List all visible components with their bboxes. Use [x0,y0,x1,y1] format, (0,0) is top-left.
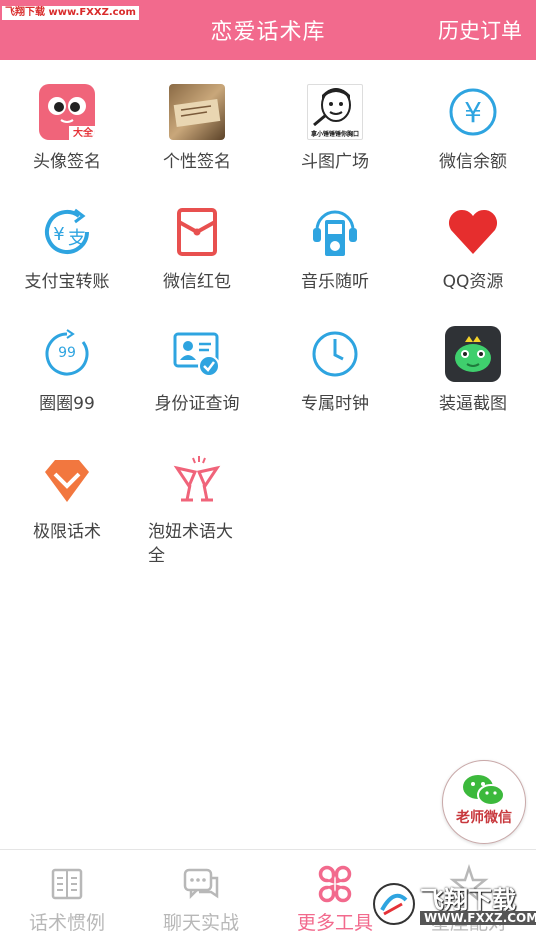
clover-grid-icon [315,864,355,904]
teacher-wechat-button[interactable]: 老师微信 [442,760,526,844]
tool-label: 音乐随听 [301,272,369,292]
tool-label: 装逼截图 [439,394,507,414]
avatar-sticker-icon: 大全 [39,84,95,140]
tool-clock[interactable]: 专属时钟 [268,326,402,416]
avatar-badge: 大全 [73,128,93,139]
alipay-transfer-icon: ¥ 支 [39,204,95,260]
tool-label: 斗图广场 [301,152,369,172]
tool-label: 微信红包 [163,272,231,292]
signature-photo-icon [169,84,225,140]
wechat-icon [463,775,505,806]
tool-label: 圈圈99 [39,394,95,414]
tool-extreme-lines[interactable]: 极限话术 [0,454,142,544]
watermark-bottom: 飞翔下载 WWW.FXXZ.COM [370,878,536,932]
tool-wechat-red-envelope[interactable]: 微信红包 [130,204,264,294]
meme-caption: 拿小锤锤锤你胸口 [310,131,359,138]
tool-label: 身份证查询 [154,394,240,414]
svg-text:¥: ¥ [53,224,64,245]
tab-scripts[interactable]: 话术惯例 [0,850,134,939]
tool-label: 极限话术 [33,522,101,542]
tool-id-card-query[interactable]: 身份证查询 [130,326,264,416]
tab-label: 聊天实战 [162,912,239,934]
watermark-brand: 飞翔下载 [420,886,516,914]
tool-personal-signature[interactable]: 个性签名 [130,84,264,174]
tool-meme-square[interactable]: 拿小锤锤锤你胸口 斗图广场 [268,84,402,174]
clock-icon [307,326,363,382]
tool-label: 泡妞术语大全 [148,522,233,566]
tool-alipay-transfer[interactable]: ¥ 支 支付宝转账 [0,204,142,294]
tool-label: 头像签名 [33,152,101,172]
fxxz-logo-icon [373,883,415,925]
diamond-icon [39,454,95,510]
circle-99-icon: 99 [39,326,95,382]
app-header: 飞翔下载 www.FXXZ.com 恋爱话术库 历史订单 [0,0,536,60]
yuan-circle-icon: ¥ [445,84,501,140]
fab-label: 老师微信 [456,810,512,826]
tool-label: QQ资源 [442,272,504,292]
heart-icon [445,204,501,260]
tool-label: 个性签名 [163,152,231,172]
tool-label: 微信余额 [439,152,507,172]
meme-face-icon: 拿小锤锤锤你胸口 [307,84,363,140]
tab-label: 话术惯例 [28,912,105,934]
tool-fake-screenshot[interactable]: 装逼截图 [406,326,536,416]
circle-99-badge: 99 [58,345,76,361]
id-card-icon [169,326,225,382]
tool-wechat-balance[interactable]: ¥ 微信余额 [406,84,536,174]
tab-chat-practice[interactable]: 聊天实战 [134,850,268,939]
chat-icon [181,864,221,904]
tool-label: 支付宝转账 [24,272,110,292]
red-envelope-icon [169,204,225,260]
tool-flirting-terms[interactable]: 泡妞术语大全 [130,454,264,568]
history-orders-button[interactable]: 历史订单 [438,15,522,45]
frog-crown-icon [445,326,501,382]
cocktail-icon [169,454,225,510]
svg-text:¥: ¥ [464,96,482,129]
tool-circle-99[interactable]: 99 圈圈99 [0,326,142,416]
watermark-url: WWW.FXXZ.COM [420,911,536,925]
svg-text:支: 支 [68,228,86,249]
music-player-icon [307,204,363,260]
tool-qq-resources[interactable]: QQ资源 [406,204,536,294]
book-icon [47,864,87,904]
tool-music[interactable]: 音乐随听 [268,204,402,294]
tool-avatar-signature[interactable]: 大全 头像签名 [0,84,134,174]
tool-label: 专属时钟 [301,394,369,414]
